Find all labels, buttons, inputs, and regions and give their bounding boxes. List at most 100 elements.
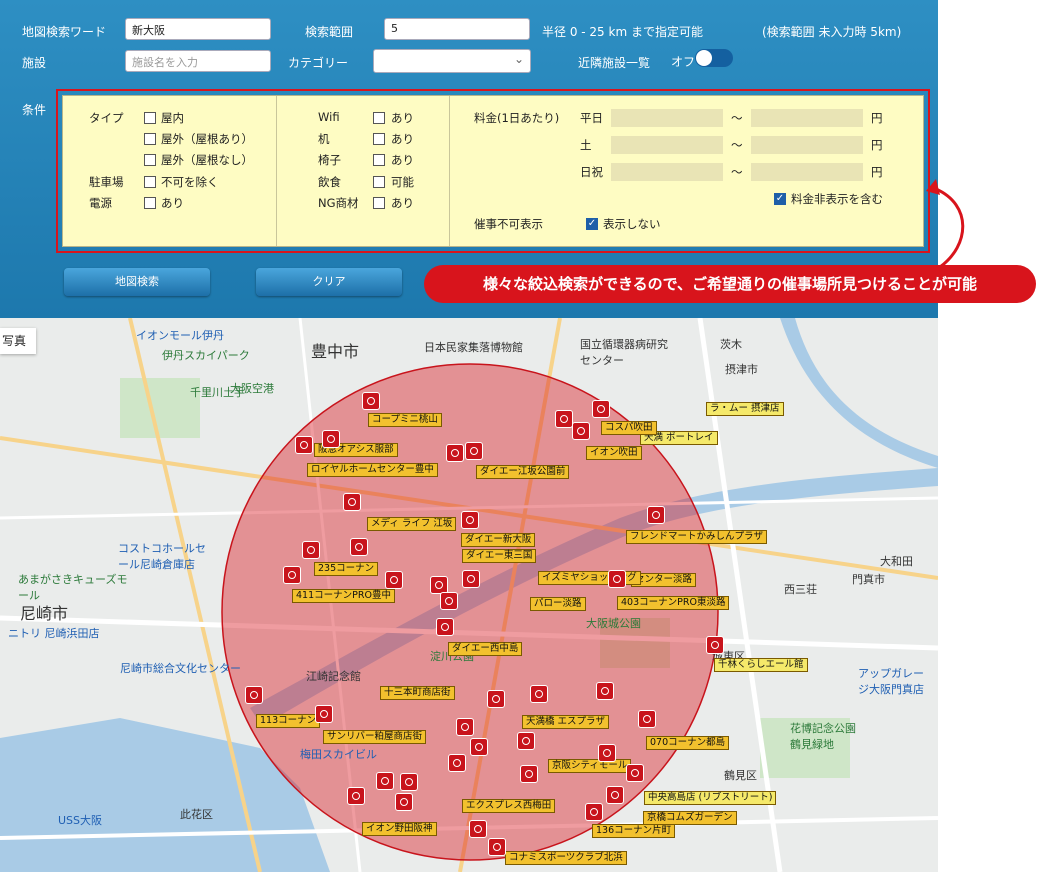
facility-pin-icon[interactable] bbox=[315, 705, 333, 723]
clear-button[interactable]: クリア bbox=[256, 268, 402, 296]
facility-pin-icon[interactable] bbox=[343, 493, 361, 511]
facility-tag[interactable]: 136コーナン片町 bbox=[592, 824, 676, 838]
facility-tag[interactable]: パロー淡路 bbox=[530, 597, 586, 611]
facility-pin-icon[interactable] bbox=[488, 838, 506, 856]
facility-pin-icon[interactable] bbox=[626, 764, 644, 782]
facility-pin-icon[interactable] bbox=[456, 718, 474, 736]
range-input[interactable]: 5 bbox=[384, 18, 530, 40]
facility-tag[interactable]: エクスプレス西梅田 bbox=[462, 799, 556, 813]
facility-tag[interactable]: イオン吹田 bbox=[586, 446, 642, 460]
facility-tag[interactable]: 411コーナンPRO豊中 bbox=[292, 589, 395, 603]
facility-tag[interactable]: 千林くらしエール館 bbox=[714, 658, 808, 672]
facility-tag[interactable]: ダイエー江坂公園前 bbox=[476, 465, 570, 479]
facility-tag[interactable]: ロイヤルホームセンター豊中 bbox=[307, 463, 438, 477]
facility-tag[interactable]: 京橋コムズガーデン bbox=[643, 811, 737, 825]
facility-tag[interactable]: ラ・ムー 摂津店 bbox=[706, 402, 784, 416]
facility-tag[interactable]: ダイエー西中島 bbox=[448, 642, 523, 656]
facility-pin-icon[interactable] bbox=[469, 820, 487, 838]
facility-pin-icon[interactable] bbox=[245, 686, 263, 704]
fee-holiday-min-input[interactable] bbox=[611, 163, 723, 181]
facility-tag[interactable]: センター淡路 bbox=[631, 573, 697, 587]
facility-tag[interactable]: 070コーナン都島 bbox=[646, 736, 730, 750]
facility-pin-icon[interactable] bbox=[706, 636, 724, 654]
facility-pin-icon[interactable] bbox=[302, 541, 320, 559]
facility-pin-icon[interactable] bbox=[598, 744, 616, 762]
facility-pin-icon[interactable] bbox=[461, 511, 479, 529]
facility-pin-icon[interactable] bbox=[572, 422, 590, 440]
facility-pin-icon[interactable] bbox=[470, 738, 488, 756]
facility-tag[interactable]: ダイエー東三国 bbox=[462, 549, 537, 563]
event-unavailable-label: 催事不可表示 bbox=[474, 217, 543, 231]
facility-pin-icon[interactable] bbox=[585, 803, 603, 821]
facility-pin-icon[interactable] bbox=[448, 754, 466, 772]
fee-hidden-checkbox[interactable]: ✓ bbox=[774, 193, 786, 205]
amenity-option: 可能 bbox=[391, 175, 414, 189]
facility-pin-icon[interactable] bbox=[350, 538, 368, 556]
keyword-input[interactable]: 新大阪 bbox=[125, 18, 271, 40]
facility-pin-icon[interactable] bbox=[638, 710, 656, 728]
facility-pin-icon[interactable] bbox=[347, 787, 365, 805]
facility-pin-icon[interactable] bbox=[385, 571, 403, 589]
map-search-button[interactable]: 地図検索 bbox=[64, 268, 210, 296]
facility-tag[interactable]: ダイエー新大阪 bbox=[461, 533, 536, 547]
facility-tag[interactable]: コープミニ桃山 bbox=[368, 413, 442, 427]
event-unavailable-checkbox[interactable]: ✓ bbox=[586, 218, 598, 230]
facility-pin-icon[interactable] bbox=[530, 685, 548, 703]
facility-pin-icon[interactable] bbox=[395, 793, 413, 811]
facility-pin-icon[interactable] bbox=[283, 566, 301, 584]
facility-pin-icon[interactable] bbox=[596, 682, 614, 700]
fee-weekday-max-input[interactable] bbox=[751, 109, 863, 127]
facility-tag[interactable]: 403コーナンPRO東淡路 bbox=[617, 596, 730, 610]
facility-pin-icon[interactable] bbox=[436, 618, 454, 636]
fee-holiday-max-input[interactable] bbox=[751, 163, 863, 181]
fee-saturday-max-input[interactable] bbox=[751, 136, 863, 154]
facility-pin-icon[interactable] bbox=[608, 570, 626, 588]
facility-pin-icon[interactable] bbox=[446, 444, 464, 462]
type-checkbox-outdoor-noroof[interactable] bbox=[144, 154, 156, 166]
facility-pin-icon[interactable] bbox=[520, 765, 538, 783]
facility-pin-icon[interactable] bbox=[517, 732, 535, 750]
facility-pin-icon[interactable] bbox=[400, 773, 418, 791]
desk-checkbox[interactable] bbox=[373, 133, 385, 145]
facility-pin-icon[interactable] bbox=[647, 506, 665, 524]
power-checkbox[interactable] bbox=[144, 197, 156, 209]
facility-pin-icon[interactable] bbox=[376, 772, 394, 790]
facility-pin-icon[interactable] bbox=[606, 786, 624, 804]
facility-tag[interactable]: 113コーナン bbox=[256, 714, 321, 728]
facility-pin-icon[interactable] bbox=[440, 592, 458, 610]
facility-pin-icon[interactable] bbox=[295, 436, 313, 454]
wifi-checkbox[interactable] bbox=[373, 112, 385, 124]
map-view[interactable]: 写真 豊中市 尼崎市 イオンモール伊丹 伊丹スカイパーク 千里川土手 国立循環器… bbox=[0, 318, 938, 872]
facility-pin-icon[interactable] bbox=[362, 392, 380, 410]
facility-tag[interactable]: サンリバー粕屋商店街 bbox=[323, 730, 427, 744]
facility-pin-icon[interactable] bbox=[465, 442, 483, 460]
facility-tag[interactable]: フレンドマートかみしんプラザ bbox=[626, 530, 768, 544]
facility-input[interactable]: 施設名を入力 bbox=[125, 50, 271, 72]
ng-items-checkbox[interactable] bbox=[373, 197, 385, 209]
facility-tag[interactable]: 天満橋 エスプラザ bbox=[522, 715, 610, 729]
chair-checkbox[interactable] bbox=[373, 154, 385, 166]
facility-tag[interactable]: 中央高島店 (リブストリート) bbox=[644, 791, 777, 805]
facility-tag[interactable]: コスパ吹田 bbox=[601, 421, 657, 435]
type-checkbox-indoor[interactable] bbox=[144, 112, 156, 124]
facility-tag[interactable]: メディ ライフ 江坂 bbox=[367, 517, 457, 531]
type-checkbox-outdoor-roof[interactable] bbox=[144, 133, 156, 145]
facility-pin-icon[interactable] bbox=[487, 690, 505, 708]
facility-tag[interactable]: イオン野田阪神 bbox=[362, 822, 437, 836]
category-select[interactable]: ⌄ bbox=[373, 49, 531, 73]
facility-pin-icon[interactable] bbox=[555, 410, 573, 428]
facility-pin-icon[interactable] bbox=[462, 570, 480, 588]
fee-weekday-min-input[interactable] bbox=[611, 109, 723, 127]
parking-checkbox[interactable] bbox=[144, 176, 156, 188]
facility-pin-icon[interactable] bbox=[322, 430, 340, 448]
fee-saturday-min-input[interactable] bbox=[611, 136, 723, 154]
facility-tag[interactable]: コナミスポーツクラブ北浜 bbox=[505, 851, 627, 865]
facility-tag[interactable]: 十三本町商店街 bbox=[380, 686, 455, 700]
keyword-label: 地図検索ワード bbox=[22, 25, 107, 39]
photo-view-tab[interactable]: 写真 bbox=[0, 328, 36, 354]
facility-pin-icon[interactable] bbox=[592, 400, 610, 418]
nearby-toggle[interactable] bbox=[695, 49, 733, 67]
facility-tag[interactable]: 京阪シティモール bbox=[548, 759, 632, 773]
facility-tag[interactable]: 235コーナン bbox=[314, 562, 379, 576]
food-checkbox[interactable] bbox=[373, 176, 385, 188]
